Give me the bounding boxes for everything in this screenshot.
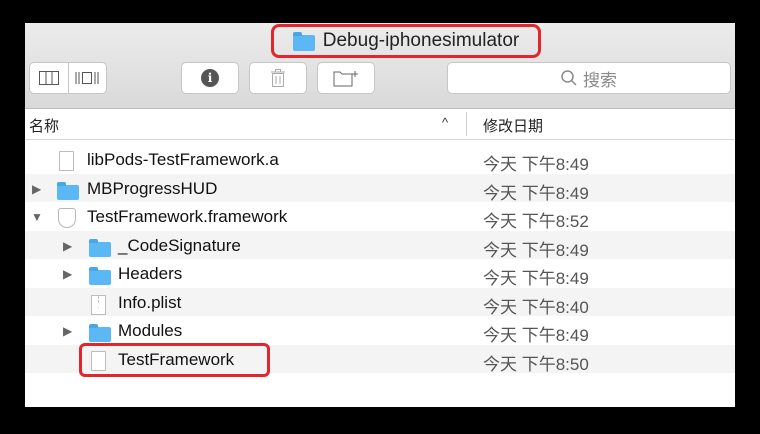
- finder-window: Debug-iphonesimulator i 搜索 名称 ^ 修改日期 lib…: [25, 23, 735, 407]
- list-item[interactable]: ▶ _CodeSignature 今天 下午8:49: [25, 230, 735, 260]
- disclosure-triangle-collapsed-icon[interactable]: ▶: [63, 267, 72, 281]
- file-name: MBProgressHUD: [87, 178, 218, 198]
- column-view-button[interactable]: [30, 63, 68, 93]
- file-date: 今天 下午8:50: [483, 354, 589, 374]
- sort-ascending-icon[interactable]: ^: [442, 115, 448, 130]
- search-placeholder: 搜索: [583, 70, 617, 90]
- list-item[interactable]: ▶ Modules 今天 下午8:49: [25, 316, 735, 345]
- list-item[interactable]: ¦ · Info.plist 今天 下午8:40: [25, 287, 735, 317]
- coverflow-view-icon: [75, 72, 99, 84]
- view-mode-switcher[interactable]: [29, 62, 107, 94]
- file-name: TestFramework: [118, 349, 235, 369]
- disclosure-triangle-collapsed-icon[interactable]: ▶: [63, 324, 72, 338]
- get-info-button[interactable]: i: [181, 62, 239, 94]
- column-divider[interactable]: [466, 112, 467, 136]
- disclosure-triangle-expanded-icon[interactable]: ▼: [31, 210, 43, 224]
- info-icon: i: [201, 69, 219, 87]
- file-date: 今天 下午8:52: [483, 212, 589, 231]
- list-item[interactable]: TestFramework 今天 下午8:50: [25, 344, 735, 376]
- file-name: Headers: [118, 264, 183, 283]
- title-toolbar: Debug-iphonesimulator i 搜索: [25, 23, 735, 109]
- file-name: libPods-TestFramework.a: [87, 150, 279, 169]
- coverflow-view-button[interactable]: [67, 63, 107, 93]
- disclosure-triangle-collapsed-icon[interactable]: ▶: [63, 239, 72, 253]
- list-header: 名称 ^ 修改日期: [25, 109, 735, 140]
- column-view-icon: [38, 71, 59, 85]
- disclosure-triangle-collapsed-icon[interactable]: ▶: [32, 182, 41, 196]
- file-name: Info.plist: [118, 292, 182, 312]
- plist-icon: ¦ ·: [91, 294, 106, 315]
- folder-icon: [292, 31, 315, 51]
- file-name: Modules: [118, 321, 183, 340]
- window-title-highlight: Debug-iphonesimulator: [271, 24, 541, 58]
- list-item[interactable]: ▼ TestFramework.framework 今天 下午8:52: [25, 202, 735, 231]
- search-icon: [561, 70, 577, 86]
- list-item[interactable]: ▶ Headers 今天 下午8:49: [25, 259, 735, 288]
- framework-icon: [58, 208, 76, 233]
- trash-icon: [271, 69, 285, 87]
- column-header-name[interactable]: 名称: [29, 115, 59, 136]
- file-date: 今天 下午8:49: [483, 269, 589, 288]
- new-folder-icon: [333, 71, 358, 87]
- document-icon: [91, 350, 106, 376]
- file-name: TestFramework.framework: [87, 207, 288, 226]
- file-date: 今天 下午8:49: [483, 183, 589, 203]
- file-name: _CodeSignature: [118, 235, 241, 255]
- file-date: 今天 下午8:40: [483, 297, 589, 317]
- file-date: 今天 下午8:49: [483, 240, 589, 260]
- file-list: libPods-TestFramework.a 今天 下午8:49 ▶ MBPr…: [25, 145, 735, 376]
- trash-button[interactable]: [249, 62, 307, 94]
- list-item[interactable]: libPods-TestFramework.a 今天 下午8:49: [25, 145, 735, 174]
- column-header-date-modified[interactable]: 修改日期: [483, 115, 543, 136]
- file-date: 今天 下午8:49: [483, 155, 589, 174]
- document-icon: [59, 151, 74, 176]
- new-folder-button[interactable]: [317, 62, 375, 94]
- window-title: Debug-iphonesimulator: [322, 30, 520, 51]
- list-item[interactable]: ▶ MBProgressHUD 今天 下午8:49: [25, 173, 735, 203]
- search-field[interactable]: 搜索: [447, 62, 731, 94]
- file-date: 今天 下午8:49: [483, 326, 589, 345]
